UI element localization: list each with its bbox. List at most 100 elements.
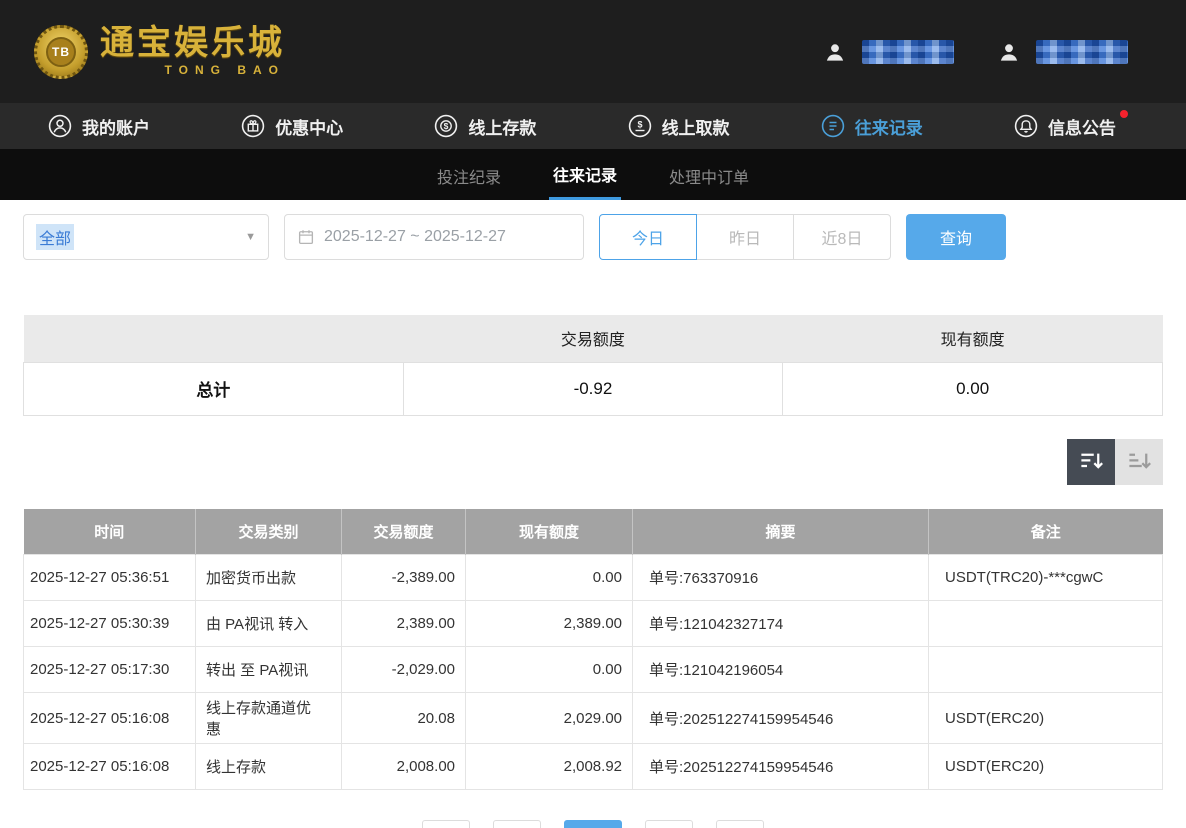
header-remark: 备注 bbox=[929, 509, 1163, 555]
yesterday-button[interactable]: 昨日 bbox=[696, 214, 794, 260]
bell-icon bbox=[1014, 114, 1038, 138]
nav-label: 线上存款 bbox=[468, 114, 536, 139]
header-amount: 交易额度 bbox=[342, 509, 466, 555]
cell-summary: 单号:121042327174 bbox=[633, 601, 929, 647]
summary-transaction-total: -0.92 bbox=[403, 362, 783, 415]
sort-controls bbox=[23, 439, 1163, 485]
cell-amount: 2,389.00 bbox=[342, 601, 466, 647]
summary-total-row: 总计 -0.92 0.00 bbox=[24, 362, 1163, 415]
pagination-first-button[interactable] bbox=[422, 820, 470, 828]
pagination-prev-button[interactable] bbox=[493, 820, 541, 828]
cell-amount: -2,389.00 bbox=[342, 555, 466, 601]
main-navigation: 我的账户 优惠中心 $ 线上存款 $ bbox=[0, 103, 1186, 149]
cell-time: 2025-12-27 05:30:39 bbox=[24, 601, 196, 647]
topbar-account-area bbox=[822, 39, 1128, 65]
sort-descending-button[interactable] bbox=[1067, 439, 1115, 485]
pagination-next-button[interactable] bbox=[645, 820, 693, 828]
wallet-icon bbox=[996, 39, 1022, 65]
svg-text:$: $ bbox=[444, 121, 449, 131]
topbar: TB 通宝娱乐城 TONG BAO bbox=[0, 0, 1186, 103]
table-row: 2025-12-27 05:16:08线上存款2,008.002,008.92单… bbox=[24, 744, 1163, 790]
nav-item-promotions[interactable]: 优惠中心 bbox=[241, 114, 343, 139]
redacted-username bbox=[862, 40, 954, 64]
table-row: 2025-12-27 05:16:08线上存款通道优惠20.082,029.00… bbox=[24, 693, 1163, 744]
cell-balance: 0.00 bbox=[466, 555, 633, 601]
brand-text: 通宝娱乐城 TONG BAO bbox=[100, 26, 285, 78]
summary-balance-total: 0.00 bbox=[783, 362, 1163, 415]
type-select[interactable]: 全部 ▼ bbox=[23, 214, 269, 260]
tab-betting-records[interactable]: 投注纪录 bbox=[433, 151, 505, 199]
transactions-table: 时间 交易类别 交易额度 现有额度 摘要 备注 2025-12-27 05:36… bbox=[23, 509, 1163, 791]
cell-type: 线上存款 bbox=[196, 744, 342, 790]
cell-time: 2025-12-27 05:36:51 bbox=[24, 555, 196, 601]
coin-tb-label: TB bbox=[46, 37, 76, 67]
brand-name-cn: 通宝娱乐城 bbox=[100, 26, 285, 62]
table-row: 2025-12-27 05:17:30转出 至 PA视讯-2,029.000.0… bbox=[24, 647, 1163, 693]
cell-summary: 单号:202512274159954546 bbox=[633, 744, 929, 790]
search-button[interactable]: 查询 bbox=[906, 214, 1006, 260]
sort-desc-icon bbox=[1078, 448, 1105, 475]
header-time: 时间 bbox=[24, 509, 196, 555]
brand-coin-icon: TB bbox=[34, 25, 88, 79]
cell-type: 转出 至 PA视讯 bbox=[196, 647, 342, 693]
nav-item-announcements[interactable]: 信息公告 bbox=[1014, 114, 1116, 139]
brand-logo: TB 通宝娱乐城 TONG BAO bbox=[34, 25, 285, 79]
notification-dot bbox=[1120, 110, 1128, 118]
table-header-row: 时间 交易类别 交易额度 现有额度 摘要 备注 bbox=[24, 509, 1163, 555]
nav-item-withdraw[interactable]: $ 线上取款 bbox=[628, 114, 730, 139]
nav-label: 往来记录 bbox=[855, 114, 923, 139]
deposit-icon: $ bbox=[434, 114, 458, 138]
nav-label: 我的账户 bbox=[82, 114, 150, 139]
cell-remark: USDT(ERC20) bbox=[929, 693, 1163, 744]
cell-amount: 2,008.00 bbox=[342, 744, 466, 790]
nav-item-my-account[interactable]: 我的账户 bbox=[48, 114, 150, 139]
summary-total-label: 总计 bbox=[24, 362, 404, 415]
withdraw-icon: $ bbox=[628, 114, 652, 138]
header-type: 交易类别 bbox=[196, 509, 342, 555]
header-summary: 摘要 bbox=[633, 509, 929, 555]
cell-amount: -2,029.00 bbox=[342, 647, 466, 693]
gift-icon bbox=[241, 114, 265, 138]
summary-table: 交易额度 现有额度 总计 -0.92 0.00 bbox=[23, 315, 1163, 416]
summary-header-transaction: 交易额度 bbox=[403, 315, 783, 362]
cell-balance: 0.00 bbox=[466, 647, 633, 693]
cell-remark bbox=[929, 601, 1163, 647]
pagination bbox=[0, 820, 1186, 828]
nav-label: 线上取款 bbox=[662, 114, 730, 139]
sort-ascending-button[interactable] bbox=[1115, 439, 1163, 485]
cell-summary: 单号:121042196054 bbox=[633, 647, 929, 693]
cell-amount: 20.08 bbox=[342, 693, 466, 744]
table-row: 2025-12-27 05:36:51加密货币出款-2,389.000.00单号… bbox=[24, 555, 1163, 601]
last-8-days-button[interactable]: 近8日 bbox=[793, 214, 891, 260]
user-circle-icon bbox=[48, 114, 72, 138]
summary-header-empty bbox=[24, 315, 404, 362]
pagination-current-page[interactable] bbox=[564, 820, 622, 828]
quick-range-group: 今日 昨日 近8日 bbox=[599, 214, 891, 260]
cell-time: 2025-12-27 05:16:08 bbox=[24, 693, 196, 744]
cell-balance: 2,389.00 bbox=[466, 601, 633, 647]
sub-navigation: 投注纪录 往来记录 处理中订单 bbox=[0, 149, 1186, 200]
nav-item-records[interactable]: 往来记录 bbox=[821, 114, 923, 139]
cell-balance: 2,008.92 bbox=[466, 744, 633, 790]
tab-transaction-records[interactable]: 往来记录 bbox=[549, 149, 621, 200]
tab-processing-orders[interactable]: 处理中订单 bbox=[665, 151, 753, 199]
cell-balance: 2,029.00 bbox=[466, 693, 633, 744]
table-row: 2025-12-27 05:30:39由 PA视讯 转入2,389.002,38… bbox=[24, 601, 1163, 647]
cell-remark bbox=[929, 647, 1163, 693]
page-content: 全部 ▼ 2025-12-27 ~ 2025-12-27 今日 昨日 近8日 查… bbox=[0, 214, 1186, 790]
pagination-last-button[interactable] bbox=[716, 820, 764, 828]
header-balance: 现有额度 bbox=[466, 509, 633, 555]
today-button[interactable]: 今日 bbox=[599, 214, 697, 260]
nav-item-deposit[interactable]: $ 线上存款 bbox=[434, 114, 536, 139]
summary-header-row: 交易额度 现有额度 bbox=[24, 315, 1163, 362]
cell-time: 2025-12-27 05:17:30 bbox=[24, 647, 196, 693]
date-range-input[interactable]: 2025-12-27 ~ 2025-12-27 bbox=[284, 214, 584, 260]
brand-name-en: TONG BAO bbox=[100, 63, 285, 77]
chevron-down-icon: ▼ bbox=[245, 231, 256, 243]
date-range-value: 2025-12-27 ~ 2025-12-27 bbox=[324, 228, 506, 246]
sort-asc-icon bbox=[1126, 448, 1153, 475]
calendar-icon bbox=[297, 228, 315, 246]
cell-summary: 单号:202512274159954546 bbox=[633, 693, 929, 744]
cell-summary: 单号:763370916 bbox=[633, 555, 929, 601]
summary-header-balance: 现有额度 bbox=[783, 315, 1163, 362]
